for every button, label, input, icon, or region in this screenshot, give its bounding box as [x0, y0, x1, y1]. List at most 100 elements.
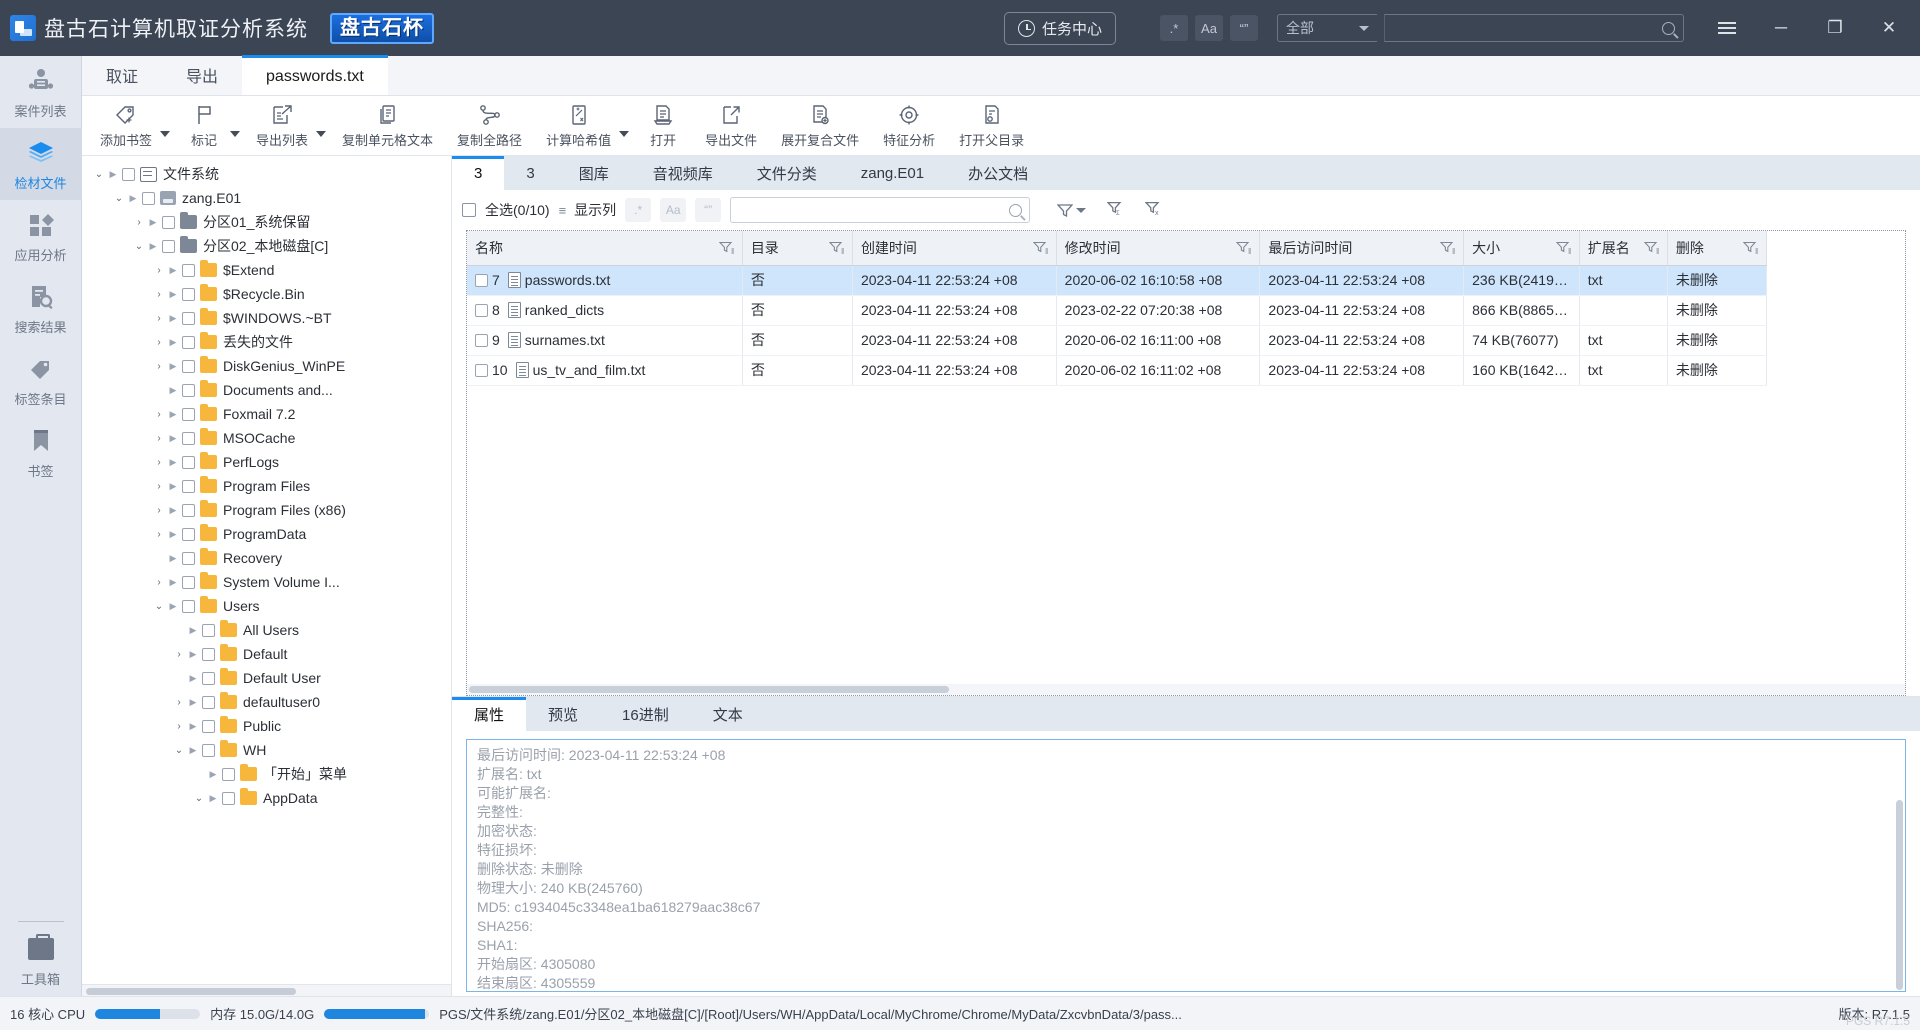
- chevron-right-icon[interactable]: ›: [172, 649, 186, 660]
- detail-tab-text[interactable]: 文本: [691, 697, 765, 731]
- cell-size[interactable]: 74 KB(76077): [1463, 325, 1580, 356]
- tree-node-checkbox[interactable]: [182, 263, 195, 277]
- tree-horizontal-scrollbar[interactable]: [82, 984, 451, 996]
- cell-name[interactable]: 8 ranked_dicts: [467, 295, 743, 326]
- table-row[interactable]: 7 passwords.txt 否 2023-04-11 22:53:24 +08 20…: [467, 265, 1768, 296]
- export-file-button[interactable]: 导出文件: [693, 100, 769, 152]
- cell-created-time[interactable]: 2023-04-11 22:53:24 +08: [852, 355, 1057, 386]
- content-tab-gallery[interactable]: 图库: [557, 156, 631, 190]
- play-triangle-icon[interactable]: ▶: [186, 673, 200, 684]
- play-triangle-icon[interactable]: ▶: [206, 769, 220, 780]
- filter-regex-button[interactable]: .*: [625, 198, 652, 222]
- tree-node[interactable]: › ▶ Program Files (x86): [82, 498, 451, 522]
- tree-node[interactable]: ⌄ ▶ 文件系统: [82, 162, 451, 186]
- chevron-down-icon[interactable]: ⌄: [172, 745, 186, 756]
- cell-created-time[interactable]: 2023-04-11 22:53:24 +08: [852, 295, 1057, 326]
- column-filter-icon[interactable]: [828, 241, 844, 254]
- cell-is-directory[interactable]: 否: [742, 355, 853, 386]
- chevron-down-icon[interactable]: ⌄: [152, 601, 166, 612]
- tab-passwords-file[interactable]: passwords.txt: [242, 55, 388, 95]
- column-filter-icon[interactable]: [1440, 241, 1456, 254]
- mark-button[interactable]: 标记: [174, 100, 234, 152]
- column-header[interactable]: 扩展名: [1579, 231, 1668, 266]
- tree-node[interactable]: › ▶ $Extend: [82, 258, 451, 282]
- open-button[interactable]: 打开: [633, 100, 693, 152]
- cell-deleted-status[interactable]: 未删除: [1667, 355, 1768, 386]
- tree-node-checkbox[interactable]: [182, 383, 195, 397]
- play-triangle-icon[interactable]: ▶: [166, 481, 180, 492]
- play-triangle-icon[interactable]: ▶: [126, 193, 140, 204]
- sidebar-item-tag-entries[interactable]: 标签条目: [0, 344, 82, 416]
- table-row[interactable]: 9 surnames.txt 否 2023-04-11 22:53:24 +08 202…: [467, 325, 1768, 356]
- tree-node-checkbox[interactable]: [182, 407, 195, 421]
- expand-compound-file-button[interactable]: 展开复合文件: [769, 100, 871, 152]
- main-menu-button[interactable]: [1700, 0, 1754, 56]
- cell-size[interactable]: 866 KB(886570): [1463, 295, 1580, 326]
- tree-node[interactable]: ⌄ ▶ WH: [82, 738, 451, 762]
- column-header[interactable]: 修改时间: [1056, 231, 1261, 266]
- chevron-down-icon[interactable]: ⌄: [112, 193, 126, 204]
- tree-node-checkbox[interactable]: [202, 671, 215, 685]
- maximize-button[interactable]: ❐: [1808, 0, 1862, 56]
- table-search-input[interactable]: [730, 197, 1031, 223]
- tree-node[interactable]: ⌄ ▶ 分区02_本地磁盘[C]: [82, 234, 451, 258]
- file-table-body[interactable]: 名称 目录 创建时间 修改时间 最后访问时间 大小 扩展名 删除 7 passwords.txt 否…: [467, 231, 1905, 684]
- play-triangle-icon[interactable]: ▶: [106, 169, 120, 180]
- global-search-input[interactable]: [1384, 14, 1684, 42]
- chevron-right-icon[interactable]: ›: [152, 457, 166, 468]
- tree-node-checkbox[interactable]: [202, 647, 215, 661]
- chevron-right-icon[interactable]: ›: [152, 577, 166, 588]
- play-triangle-icon[interactable]: ▶: [186, 745, 200, 756]
- export-list-button[interactable]: 导出列表: [244, 100, 320, 152]
- cell-modified-time[interactable]: 2023-02-22 07:20:38 +08: [1056, 295, 1261, 326]
- tab-export[interactable]: 导出: [162, 55, 242, 95]
- tree-node-checkbox[interactable]: [182, 311, 195, 325]
- tree-node[interactable]: › ▶ defaultuser0: [82, 690, 451, 714]
- cell-extension[interactable]: txt: [1579, 355, 1668, 386]
- column-filter-icon[interactable]: [1743, 241, 1758, 254]
- play-triangle-icon[interactable]: ▶: [146, 241, 160, 252]
- tree-node-checkbox[interactable]: [182, 287, 195, 301]
- chevron-right-icon[interactable]: ›: [152, 481, 166, 492]
- cell-extension[interactable]: txt: [1579, 325, 1668, 356]
- copy-cell-text-button[interactable]: 复制单元格文本: [330, 100, 445, 152]
- tree-node-checkbox[interactable]: [222, 767, 235, 781]
- sidebar-item-case-list[interactable]: 案件列表: [0, 56, 82, 128]
- cell-modified-time[interactable]: 2020-06-02 16:11:00 +08: [1056, 325, 1261, 356]
- column-filter-icon[interactable]: [1032, 241, 1048, 254]
- file-tree[interactable]: ⌄ ▶ 文件系统 ⌄ ▶ zang.E01 › ▶ 分区01_系统保留 ⌄ ▶ 分区02_本地磁盘[C…: [82, 156, 451, 984]
- row-checkbox[interactable]: [475, 333, 488, 347]
- play-triangle-icon[interactable]: ▶: [166, 505, 180, 516]
- tree-node[interactable]: › ▶ Program Files: [82, 474, 451, 498]
- cell-name[interactable]: 7 passwords.txt: [467, 265, 743, 296]
- tree-node-checkbox[interactable]: [202, 743, 215, 757]
- tree-node[interactable]: ▶ All Users: [82, 618, 451, 642]
- cell-accessed-time[interactable]: 2023-04-11 22:53:24 +08: [1259, 295, 1465, 326]
- tree-node-checkbox[interactable]: [162, 239, 175, 253]
- tree-node[interactable]: ▶ Default User: [82, 666, 451, 690]
- tree-node-checkbox[interactable]: [182, 335, 195, 349]
- detail-tab-hex[interactable]: 16进制: [600, 697, 691, 731]
- play-triangle-icon[interactable]: ▶: [166, 337, 180, 348]
- tree-node-checkbox[interactable]: [182, 503, 195, 517]
- tree-node[interactable]: ▶ Recovery: [82, 546, 451, 570]
- tree-node[interactable]: › ▶ Foxmail 7.2: [82, 402, 451, 426]
- column-header[interactable]: 目录: [742, 231, 853, 266]
- tree-node-checkbox[interactable]: [182, 575, 195, 589]
- add-bookmark-dropdown-icon[interactable]: [160, 130, 171, 137]
- cell-deleted-status[interactable]: 未删除: [1667, 265, 1768, 296]
- tree-node-checkbox[interactable]: [182, 599, 195, 613]
- chevron-right-icon[interactable]: ›: [152, 361, 166, 372]
- cell-extension[interactable]: [1579, 295, 1668, 326]
- cell-created-time[interactable]: 2023-04-11 22:53:24 +08: [852, 325, 1057, 356]
- cell-modified-time[interactable]: 2020-06-02 16:11:02 +08: [1056, 355, 1261, 386]
- row-checkbox[interactable]: [475, 363, 488, 377]
- export-list-dropdown-icon[interactable]: [316, 130, 327, 137]
- chevron-right-icon[interactable]: ›: [152, 313, 166, 324]
- play-triangle-icon[interactable]: ▶: [186, 649, 200, 660]
- tree-node-checkbox[interactable]: [182, 359, 195, 373]
- play-triangle-icon[interactable]: ▶: [166, 313, 180, 324]
- tree-node-checkbox[interactable]: [182, 551, 195, 565]
- task-center-button[interactable]: 任务中心: [1003, 11, 1116, 45]
- content-tab-0[interactable]: 3: [452, 156, 505, 190]
